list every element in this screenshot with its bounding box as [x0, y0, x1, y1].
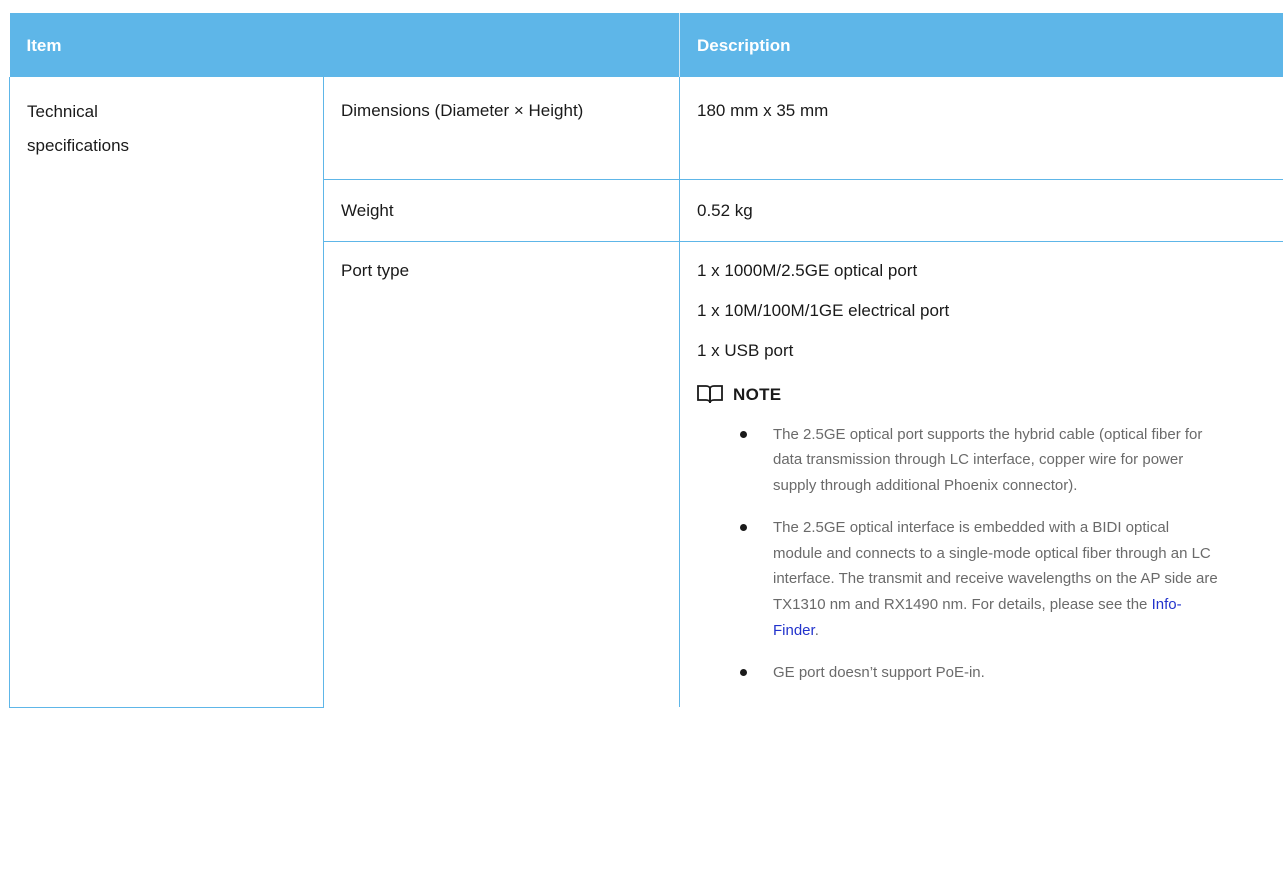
- note-heading: NOTE: [697, 379, 1283, 410]
- note-text: GE port doesn’t support PoE-in.: [773, 664, 985, 682]
- port-type-value: 1 x 10M/100M/1GE electrical port: [697, 300, 950, 320]
- table-row: Technical specifications Dimensions (Dia…: [9, 77, 1283, 708]
- dimensions-label: Dimensions (Diameter × Height): [323, 77, 680, 180]
- note-title: NOTE: [733, 384, 782, 404]
- bullet-icon: [740, 430, 747, 438]
- note-text: The 2.5GE optical port supports the hybr…: [773, 425, 1203, 494]
- book-icon: [697, 385, 723, 404]
- list-item: GE port doesn’t support PoE-in.: [739, 660, 1219, 686]
- port-type-value: 1 x USB port: [697, 340, 794, 360]
- list-item: The 2.5GE optical interface is embedded …: [739, 515, 1219, 643]
- specifications-table: Item Description Technical specification…: [9, 13, 1283, 708]
- port-type-value-cell: 1 x 1000M/2.5GE optical port 1 x 10M/100…: [679, 241, 1283, 707]
- port-type-label: Port type: [323, 241, 680, 707]
- category-cell: Technical specifications: [9, 77, 324, 708]
- port-type-value: 1 x 1000M/2.5GE optical port: [697, 260, 918, 280]
- header-description: Description: [679, 13, 1283, 77]
- bullet-icon: [740, 669, 747, 677]
- table-header-row: Item Description: [9, 13, 1283, 77]
- weight-label: Weight: [323, 179, 680, 242]
- list-item: The 2.5GE optical port supports the hybr…: [739, 422, 1219, 499]
- bullet-icon: [740, 524, 747, 532]
- note-list: The 2.5GE optical port supports the hybr…: [697, 422, 1283, 686]
- header-item: Item: [9, 13, 680, 77]
- note-text-suffix: .: [814, 621, 819, 639]
- dimensions-value: 180 mm x 35 mm: [679, 77, 1283, 180]
- weight-value: 0.52 kg: [679, 179, 1283, 242]
- category-label: Technical specifications: [27, 102, 130, 155]
